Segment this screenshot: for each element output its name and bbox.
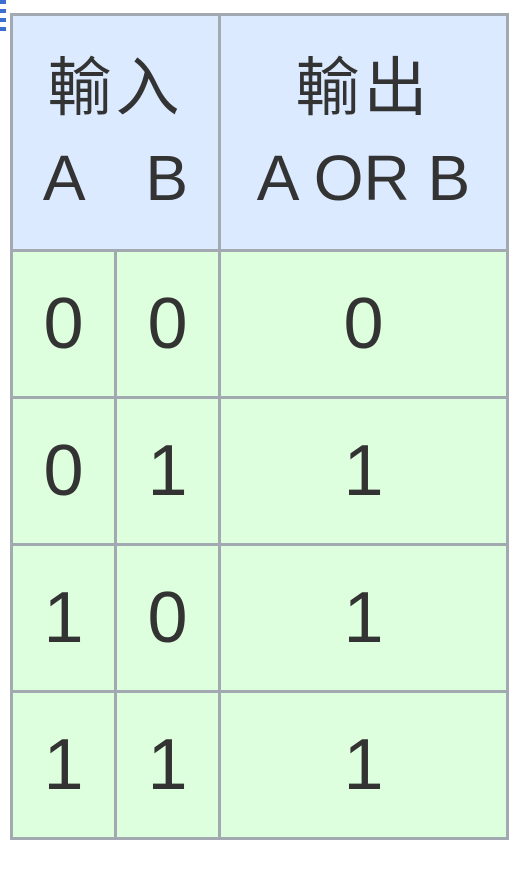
- cell-output: 1: [218, 690, 509, 840]
- cell-output: 1: [218, 543, 509, 693]
- edge-link-fragment: [0, 0, 6, 36]
- table-row: 0 1 1: [10, 396, 509, 546]
- table-row: 1 0 1: [10, 543, 509, 693]
- or-truth-table: 輸入 輸出 A B A OR B 0 0 0 0 1 1 1 0 1 1 1 1: [10, 13, 509, 840]
- header-row-columns: A B A OR B: [10, 139, 509, 252]
- cell-a: 1: [10, 543, 117, 693]
- cell-output: 1: [218, 396, 509, 546]
- output-group-header: 輸出: [218, 13, 509, 139]
- cell-b: 1: [114, 690, 221, 840]
- cell-output: 0: [218, 249, 509, 399]
- cell-a: 0: [10, 249, 117, 399]
- table-row: 0 0 0: [10, 249, 509, 399]
- header-row-groups: 輸入 輸出: [10, 13, 509, 139]
- cell-a: 1: [10, 690, 117, 840]
- table-row: 1 1 1: [10, 690, 509, 840]
- column-header-output: A OR B: [218, 139, 509, 252]
- input-group-header: 輸入: [10, 13, 221, 139]
- cell-b: 1: [114, 396, 221, 546]
- cell-a: 0: [10, 396, 117, 546]
- cell-b: 0: [114, 543, 221, 693]
- column-header-b: B: [115, 139, 221, 252]
- column-header-a: A: [10, 139, 116, 252]
- cell-b: 0: [114, 249, 221, 399]
